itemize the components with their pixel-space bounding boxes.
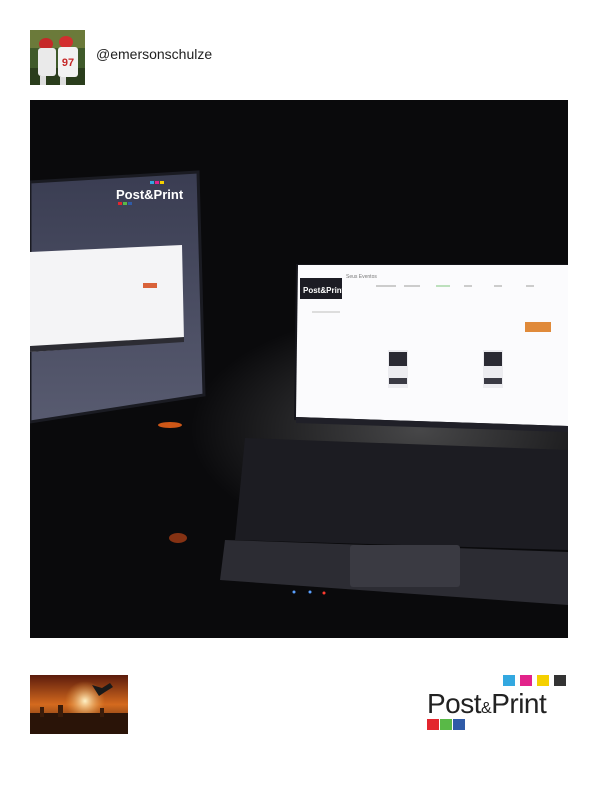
avatar-photo: 97 — [30, 30, 85, 85]
logo-text-post: Post — [427, 688, 482, 719]
post-photo: Post&Print Seus Eventos Post&Print — [30, 100, 568, 638]
laptop-screen: Seus Eventos Post&Print — [294, 264, 568, 432]
logo-square-7 — [453, 719, 465, 730]
left-monitor-button — [143, 283, 157, 288]
user-avatar[interactable]: 97 — [30, 30, 85, 85]
post-and-print-logo[interactable]: Post&Print — [427, 675, 569, 733]
logo-square-5 — [427, 719, 439, 730]
laptop-page-title: Seus Eventos — [346, 274, 377, 280]
logo-square-4 — [554, 675, 566, 686]
laptop-brand: Post&Print — [303, 286, 345, 295]
logo-text-print: Print — [491, 688, 547, 719]
left-monitor: Post&Print — [30, 170, 206, 424]
username-label[interactable]: @emersonschulze — [96, 46, 212, 62]
logo-square-6 — [440, 719, 452, 730]
laptop-button — [525, 322, 551, 332]
left-monitor-brand: Post&Print — [116, 187, 184, 202]
logo-square-2 — [520, 675, 532, 686]
bottom-thumbnail[interactable] — [30, 675, 128, 734]
city-sunset-image — [30, 675, 128, 734]
laptop-body — [220, 438, 568, 605]
svg-text:Post&Print: Post&Print — [427, 688, 547, 719]
logo-square-1 — [503, 675, 515, 686]
logo-square-3 — [537, 675, 549, 686]
avatar-jersey-number: 97 — [62, 57, 74, 69]
